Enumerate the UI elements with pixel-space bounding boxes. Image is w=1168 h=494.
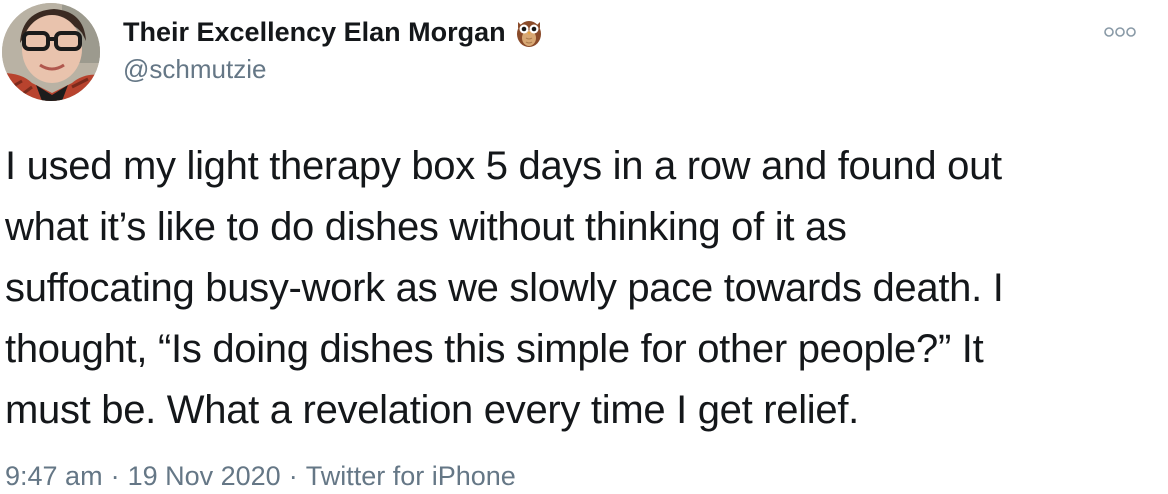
tweet-time[interactable]: 9:47 am	[5, 461, 103, 491]
tweet-text-line: suffocating busy-work as we slowly pace …	[5, 266, 1004, 310]
tweet-text-line: must be. What a revelation every time I …	[5, 388, 859, 432]
tweet-text-line: I used my light therapy box 5 days in a …	[5, 144, 1002, 188]
author-display-name[interactable]: Their Excellency Elan Morgan	[123, 17, 506, 48]
meta-separator: ·	[288, 461, 298, 491]
tweet-date[interactable]: 19 Nov 2020	[128, 461, 281, 491]
tweet-source[interactable]: Twitter for iPhone	[306, 461, 516, 491]
avatar[interactable]	[2, 3, 100, 101]
author-handle[interactable]: @schmutzie	[123, 54, 266, 85]
tweet-text-line: thought, “Is doing dishes this simple fo…	[5, 327, 984, 371]
owl-icon	[514, 16, 544, 48]
author-name-row[interactable]: Their Excellency Elan Morgan	[123, 14, 544, 50]
tweet-text: I used my light therapy box 5 days in a …	[5, 136, 1155, 441]
avatar-image	[2, 3, 100, 101]
tweet-metadata: 9:47 am · 19 Nov 2020 · Twitter for iPhone	[5, 461, 516, 492]
more-options-icon	[1104, 27, 1136, 37]
tweet-card: Their Excellency Elan Morgan @schmutzie	[0, 0, 1168, 494]
tweet-text-line: what it’s like to do dishes without thin…	[5, 205, 847, 249]
meta-separator: ·	[110, 461, 120, 491]
more-options-button[interactable]	[1100, 22, 1140, 42]
